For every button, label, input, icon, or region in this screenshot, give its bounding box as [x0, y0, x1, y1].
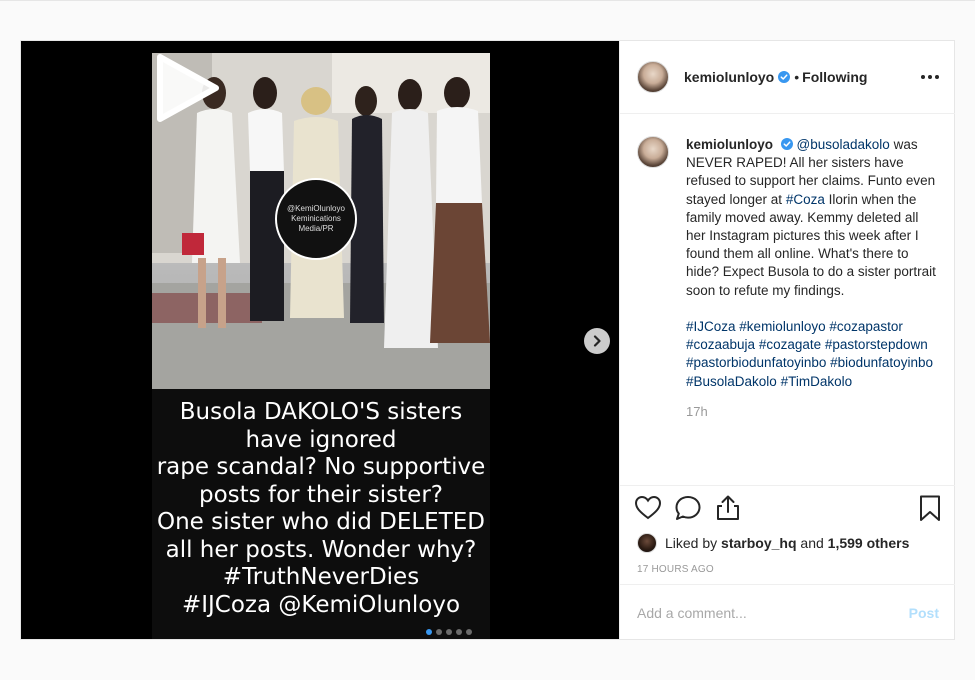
image-caption-line: posts for their sister?	[199, 481, 443, 508]
separator-bullet: •	[794, 69, 800, 85]
comment-icon[interactable]	[674, 494, 702, 522]
caption-body-2: Ilorin when the family moved away. Kemmy…	[686, 191, 936, 298]
chevron-right-icon	[593, 335, 601, 347]
more-dot-icon	[935, 75, 939, 79]
more-dot-icon	[921, 75, 925, 79]
hashtag-link[interactable]: #pastorstepdown	[825, 337, 928, 352]
verified-badge-icon	[778, 71, 791, 83]
mention-link[interactable]: @busoladakolo	[797, 137, 890, 152]
hashtag-link[interactable]: #cozaabuja	[686, 337, 755, 352]
watermark-line-2: Keminications	[291, 214, 341, 223]
image-caption-line: Busola DAKOLO'S sisters	[179, 399, 463, 425]
post-sidebar: kemiolunloyo • Following kemiolunloyo @b…	[619, 41, 955, 639]
hashtag-link[interactable]: #TimDakolo	[781, 374, 853, 389]
carousel-dot	[436, 629, 442, 635]
post-header: kemiolunloyo • Following	[620, 41, 955, 114]
add-comment-bar: Post	[620, 584, 955, 640]
likes-summary: Liked by starboy_hq and 1,599 others	[637, 533, 909, 553]
share-icon[interactable]	[714, 494, 742, 522]
hashtag-link[interactable]: #Coza	[786, 192, 825, 207]
hashtag-link[interactable]: #biodunfatoyinbo	[830, 355, 933, 370]
play-icon[interactable]	[152, 53, 222, 123]
watermark-line-3: Media/PR	[298, 224, 334, 233]
image-caption-line: all her posts. Wonder why?	[165, 536, 477, 563]
image-caption-line: #IJCoza @KemiOlunloyo	[181, 591, 461, 618]
hashtag-link[interactable]: #kemiolunloyo	[739, 319, 825, 334]
likes-count-link[interactable]: 1,599 others	[828, 535, 910, 551]
heart-icon[interactable]	[634, 494, 662, 522]
post-comment-button[interactable]: Post	[909, 605, 939, 621]
liked-by-prefix: Liked by	[665, 535, 718, 551]
post-actions: Liked by starboy_hq and 1,599 others 17 …	[620, 485, 955, 639]
liked-by-user-link[interactable]: starboy_hq	[721, 535, 796, 551]
hashtag-link[interactable]: #cozapastor	[829, 319, 903, 334]
watermark-line-1: @KemiOlunloyo	[287, 204, 345, 213]
image-caption-text: Busola DAKOLO'S sisters have ignored rap…	[152, 399, 490, 629]
liked-by-and: and	[800, 535, 824, 551]
image-caption-line: One sister who did DELETED	[157, 509, 485, 535]
avatar[interactable]	[637, 533, 657, 553]
hashtag-link[interactable]: #IJCoza	[686, 319, 736, 334]
photo-area: @KemiOlunloyo Keminications Media/PR	[152, 53, 490, 389]
carousel-dot	[446, 629, 452, 635]
more-dot-icon	[928, 75, 932, 79]
top-divider	[0, 0, 975, 1]
following-button[interactable]: Following	[802, 69, 867, 85]
carousel-next-button[interactable]	[584, 328, 610, 354]
image-caption-line: rape scandal? No supportive	[156, 454, 486, 480]
caption-text: kemiolunloyo @busoladakolo was NEVER RAP…	[686, 136, 936, 421]
action-icons	[634, 494, 944, 534]
image-caption-line: have ignored	[245, 426, 397, 453]
video-frame: @KemiOlunloyo Keminications Media/PR Bus…	[152, 53, 490, 639]
comment-input[interactable]	[637, 604, 909, 621]
post-media[interactable]: @KemiOlunloyo Keminications Media/PR Bus…	[21, 41, 619, 639]
image-caption-line: #TruthNeverDies	[222, 564, 420, 590]
bookmark-icon[interactable]	[916, 494, 944, 522]
caption-comment: kemiolunloyo @busoladakolo was NEVER RAP…	[637, 136, 937, 421]
hashtag-link[interactable]: #BusolaDakolo	[686, 374, 777, 389]
post-modal: @KemiOlunloyo Keminications Media/PR Bus…	[20, 40, 955, 640]
avatar[interactable]	[637, 136, 669, 168]
caption-username[interactable]: kemiolunloyo	[686, 137, 773, 152]
carousel-dot	[456, 629, 462, 635]
carousel-dot	[426, 629, 432, 635]
hashtag-link[interactable]: #pastorbiodunfatoyinbo	[686, 355, 826, 370]
comments-section: kemiolunloyo @busoladakolo was NEVER RAP…	[620, 115, 955, 485]
hashtag-link[interactable]: #cozagate	[759, 337, 821, 352]
post-timestamp[interactable]: 17 HOURS AGO	[637, 564, 714, 575]
hashtag-list: #IJCoza #kemiolunloyo #cozapastor #cozaa…	[686, 319, 933, 389]
carousel-dot	[466, 629, 472, 635]
caption-time: 17h	[686, 403, 708, 419]
watermark-badge: @KemiOlunloyo Keminications Media/PR	[275, 178, 357, 260]
verified-badge-icon	[780, 138, 793, 150]
more-options-button[interactable]	[921, 69, 939, 85]
carousel-indicator	[426, 629, 472, 635]
avatar[interactable]	[637, 61, 669, 93]
username-link[interactable]: kemiolunloyo	[684, 69, 774, 85]
